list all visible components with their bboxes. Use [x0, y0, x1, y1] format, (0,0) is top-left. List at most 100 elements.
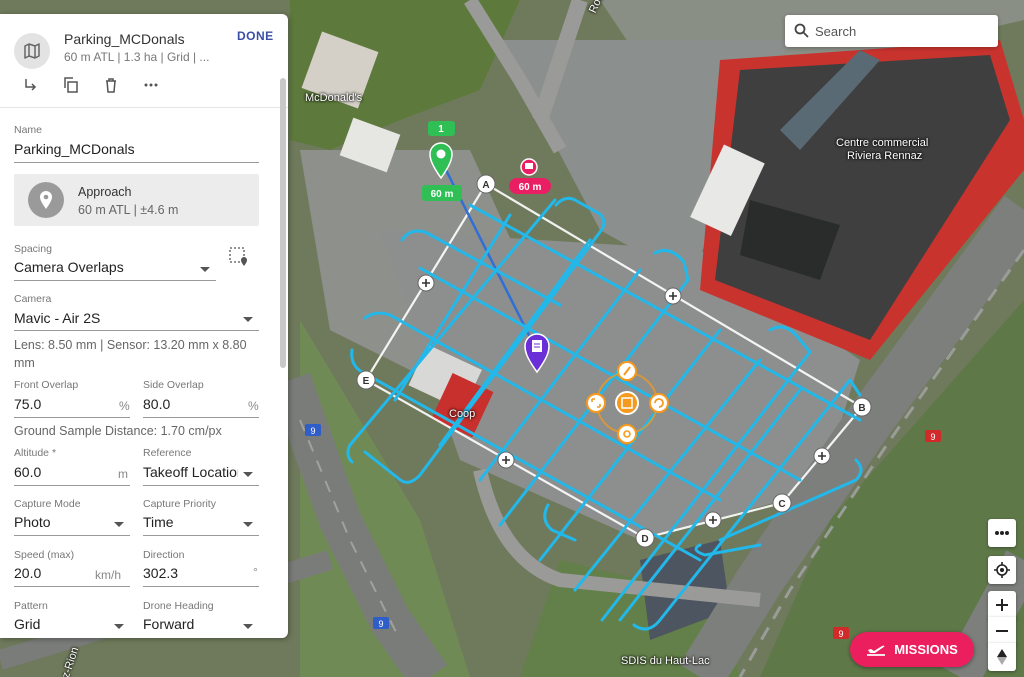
altitude-input[interactable]: 60.0: [14, 464, 104, 480]
add-vertex-icon[interactable]: [497, 451, 515, 469]
altitude-unit: m: [118, 467, 128, 481]
direction-label: Direction: [143, 549, 185, 561]
front-overlap-input[interactable]: 75.0: [14, 396, 104, 412]
approach-card[interactable]: Approach 60 m ATL | ±4.6 m: [14, 174, 259, 226]
vertex-e-label: E: [363, 376, 370, 387]
move-polygon-icon: [615, 391, 639, 415]
zoom-out-button[interactable]: [988, 617, 1016, 645]
add-vertex-icon[interactable]: [813, 447, 831, 465]
capture-mode-label: Capture Mode: [14, 498, 81, 510]
pattern-select[interactable]: Grid: [14, 616, 104, 632]
front-overlap-label: Front Overlap: [14, 379, 79, 391]
zoom-in-button[interactable]: [988, 591, 1016, 619]
start-badge-label: 1: [438, 124, 444, 135]
compass-reset-button[interactable]: [988, 643, 1016, 671]
vertex-a-label: A: [482, 180, 489, 191]
mission-editor-panel: Parking_MCDonals 60 m ATL | 1.3 ha | Gri…: [0, 14, 288, 638]
home-altitude-label: 60 m: [519, 182, 542, 193]
add-vertex-icon[interactable]: [417, 274, 435, 292]
capture-priority-dropdown-icon[interactable]: [243, 522, 253, 527]
spacing-dropdown-icon[interactable]: [200, 267, 210, 272]
capture-mode-dropdown-icon[interactable]: [114, 522, 124, 527]
location-pin-icon: [28, 182, 64, 218]
gsd-info: Ground Sample Distance: 1.70 cm/px: [14, 424, 222, 438]
vertex-b-label: B: [858, 403, 865, 414]
vertex-d[interactable]: D: [635, 528, 655, 548]
sdis-label: SDIS du Haut-Lac: [621, 655, 710, 667]
search-icon: [794, 23, 809, 43]
export-icon[interactable]: [22, 76, 40, 94]
vertex-d-label: D: [641, 534, 648, 545]
side-overlap-underline: [143, 417, 259, 418]
delete-icon[interactable]: [102, 76, 120, 94]
search-input[interactable]: [815, 21, 990, 41]
name-field[interactable]: Parking_MCDonals: [14, 141, 258, 157]
mission-title: Parking_MCDonals: [64, 31, 185, 47]
capture-mode-underline: [14, 535, 130, 536]
vertex-a[interactable]: A: [476, 174, 496, 194]
capture-priority-underline: [143, 535, 259, 536]
camera-underline: [14, 330, 259, 331]
vertex-c[interactable]: C: [772, 493, 792, 513]
pattern-label: Pattern: [14, 600, 48, 612]
road-badge-label: 9: [378, 619, 383, 629]
road-badge-label: 9: [838, 629, 843, 639]
side-overlap-label: Side Overlap: [143, 379, 204, 391]
reference-select[interactable]: Takeoff Location: [143, 464, 238, 480]
direction-underline: [143, 586, 259, 587]
name-underline: [14, 162, 259, 163]
altitude-label: Altitude *: [14, 447, 57, 459]
add-vertex-icon[interactable]: [704, 511, 722, 529]
direction-input[interactable]: 302.3: [143, 565, 233, 581]
rotate-icon: [649, 393, 669, 413]
settings-gear-icon: [617, 424, 637, 444]
side-overlap-input[interactable]: 80.0: [143, 396, 233, 412]
camera-select[interactable]: Mavic - Air 2S: [14, 310, 234, 326]
vertex-e[interactable]: E: [356, 370, 376, 390]
panel-scrollbar[interactable]: [280, 78, 286, 368]
duplicate-icon[interactable]: [62, 76, 80, 94]
mcdonalds-label: McDonald's: [305, 92, 363, 104]
spacing-label: Spacing: [14, 243, 52, 255]
drone-heading-select[interactable]: Forward: [143, 616, 233, 632]
approach-title: Approach: [78, 185, 132, 199]
name-label: Name: [14, 124, 43, 136]
scale-icon: [586, 393, 606, 413]
map-more-button[interactable]: [988, 519, 1016, 547]
speed-input[interactable]: 20.0: [14, 565, 84, 581]
speed-unit: km/h: [95, 568, 122, 582]
capture-priority-label: Capture Priority: [143, 498, 216, 510]
vertex-b[interactable]: B: [852, 397, 872, 417]
area-pin-icon[interactable]: [229, 247, 249, 272]
drone-heading-label: Drone Heading: [143, 600, 214, 612]
spacing-select[interactable]: Camera Overlaps: [14, 259, 194, 275]
missions-label: MISSIONS: [894, 642, 958, 657]
reference-underline: [143, 485, 259, 486]
pattern-dropdown-icon[interactable]: [114, 624, 124, 629]
more-icon: [995, 531, 1009, 535]
capture-mode-select[interactable]: Photo: [14, 514, 104, 530]
add-vertex-icon[interactable]: [664, 287, 682, 305]
locate-button[interactable]: [988, 556, 1016, 584]
speed-underline: [14, 586, 130, 587]
more-icon[interactable]: [142, 76, 160, 94]
direction-unit: °: [253, 565, 258, 579]
drone-heading-dropdown-icon[interactable]: [243, 624, 253, 629]
reference-dropdown-icon[interactable]: [243, 472, 253, 477]
done-button[interactable]: DONE: [237, 29, 274, 43]
approach-detail: 60 m ATL | ±4.6 m: [78, 203, 179, 217]
panel-toolbar: [22, 76, 160, 94]
capture-priority-select[interactable]: Time: [143, 514, 233, 530]
road-badge-label: 9: [930, 432, 935, 442]
search-box[interactable]: [785, 15, 998, 47]
missions-button[interactable]: MISSIONS: [850, 632, 974, 667]
minus-icon: [996, 630, 1008, 632]
reference-label: Reference: [143, 447, 192, 459]
spacing-underline: [14, 280, 216, 281]
camera-dropdown-icon[interactable]: [243, 317, 253, 322]
mall-label-line1: Centre commercial: [836, 137, 929, 149]
altitude-underline: [14, 485, 130, 486]
road-badge-label: 9: [310, 426, 315, 436]
camera-label: Camera: [14, 293, 52, 305]
panel-header: Parking_MCDonals 60 m ATL | 1.3 ha | Gri…: [0, 14, 288, 108]
